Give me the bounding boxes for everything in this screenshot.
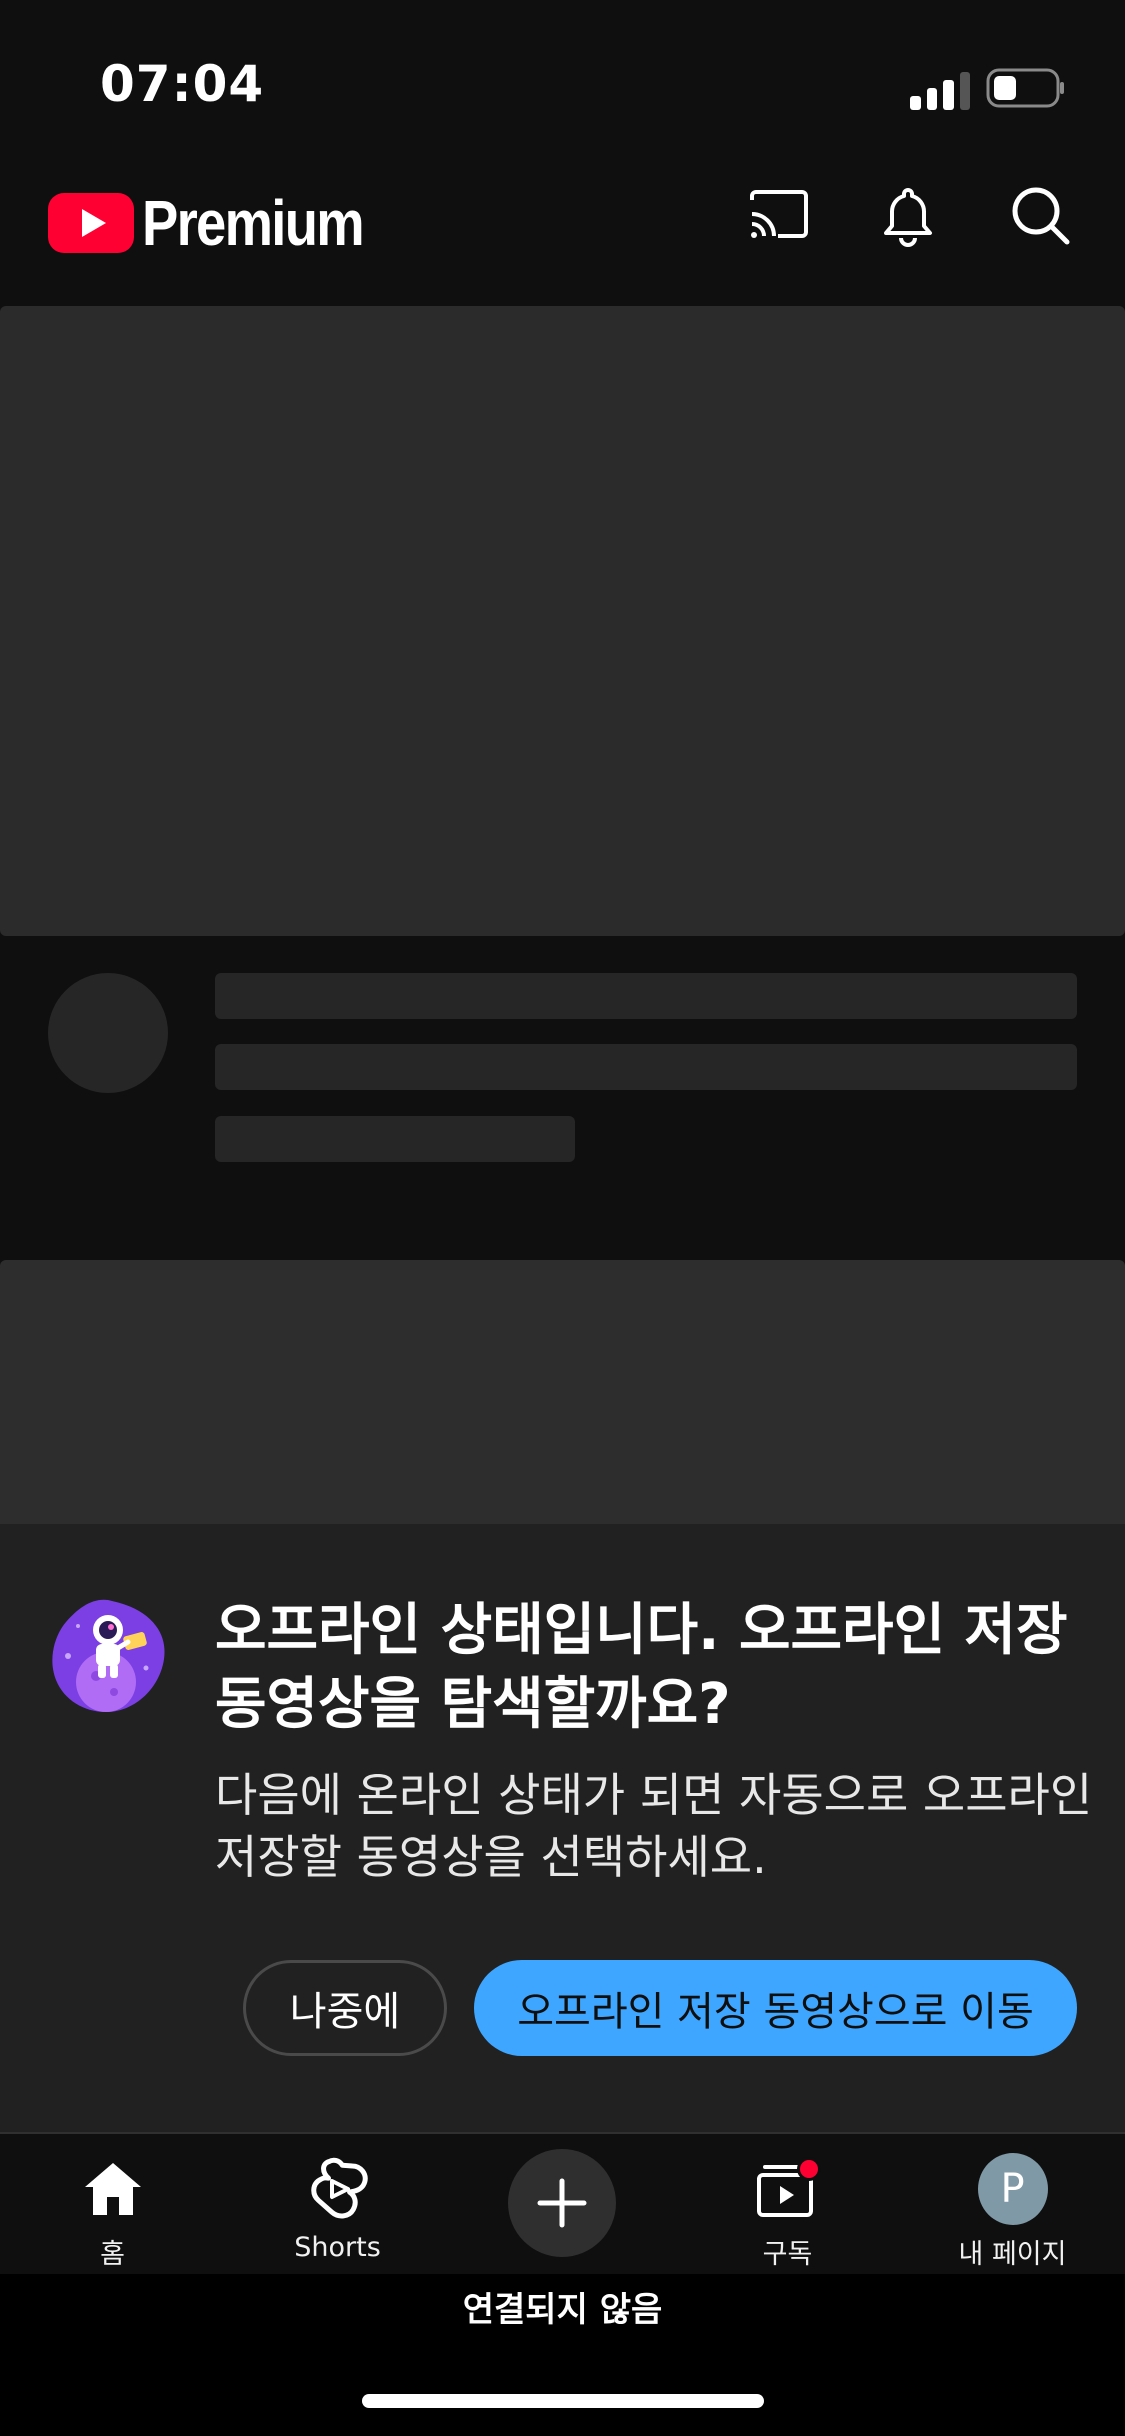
shorts-icon	[310, 2157, 368, 2219]
go-to-downloads-button[interactable]: 오프라인 저장 동영상으로 이동	[474, 1960, 1077, 2056]
offline-prompt-title: 오프라인 상태입니다. 오프라인 저장 동영상을 탐색할까요?	[215, 1598, 1068, 1737]
search-icon[interactable]	[1005, 180, 1077, 252]
astronaut-illustration-icon	[52, 1599, 165, 1712]
title-line-placeholder	[215, 1044, 1077, 1090]
nav-profile-label: 내 페이지	[958, 2239, 1067, 2270]
connection-status-text: 연결되지 않음	[462, 2290, 663, 2330]
plus-icon	[537, 2178, 587, 2228]
title-line-placeholder	[215, 973, 1077, 1019]
nav-shorts-label: Shorts	[294, 2232, 381, 2263]
battery-icon	[986, 68, 1064, 108]
nav-home[interactable]: 홈	[0, 2134, 225, 2274]
nav-home-label: 홈	[100, 2239, 125, 2270]
nav-shorts[interactable]: Shorts	[225, 2134, 450, 2274]
meta-line-placeholder	[215, 1116, 575, 1162]
video-thumbnail-placeholder	[0, 306, 1125, 936]
status-time: 07:04	[100, 55, 265, 113]
nav-subscriptions[interactable]: 구독	[675, 2134, 900, 2274]
notifications-bell-icon[interactable]	[872, 180, 944, 252]
avatar: P	[977, 2153, 1048, 2225]
channel-avatar-placeholder	[48, 973, 168, 1093]
home-indicator[interactable]	[362, 2394, 764, 2408]
youtube-premium-logo[interactable]: Premium	[48, 186, 402, 260]
offline-prompt-message: 다음에 온라인 상태가 되면 자동으로 오프라인 저장할 동영상을 선택하세요.	[215, 1768, 1093, 1884]
nav-profile[interactable]: P 내 페이지	[900, 2134, 1125, 2274]
cast-icon[interactable]	[742, 180, 814, 252]
subscriptions-icon	[756, 2157, 821, 2217]
create-button[interactable]	[508, 2149, 616, 2257]
brand-text: Premium	[142, 187, 365, 259]
home-icon	[84, 2163, 141, 2215]
youtube-play-icon	[48, 193, 134, 253]
new-content-badge	[799, 2160, 818, 2178]
video-thumbnail-placeholder	[0, 1260, 1125, 1524]
cellular-signal-icon	[910, 66, 970, 110]
nav-subscriptions-label: 구독	[762, 2239, 813, 2270]
later-button[interactable]: 나중에	[243, 1960, 447, 2056]
